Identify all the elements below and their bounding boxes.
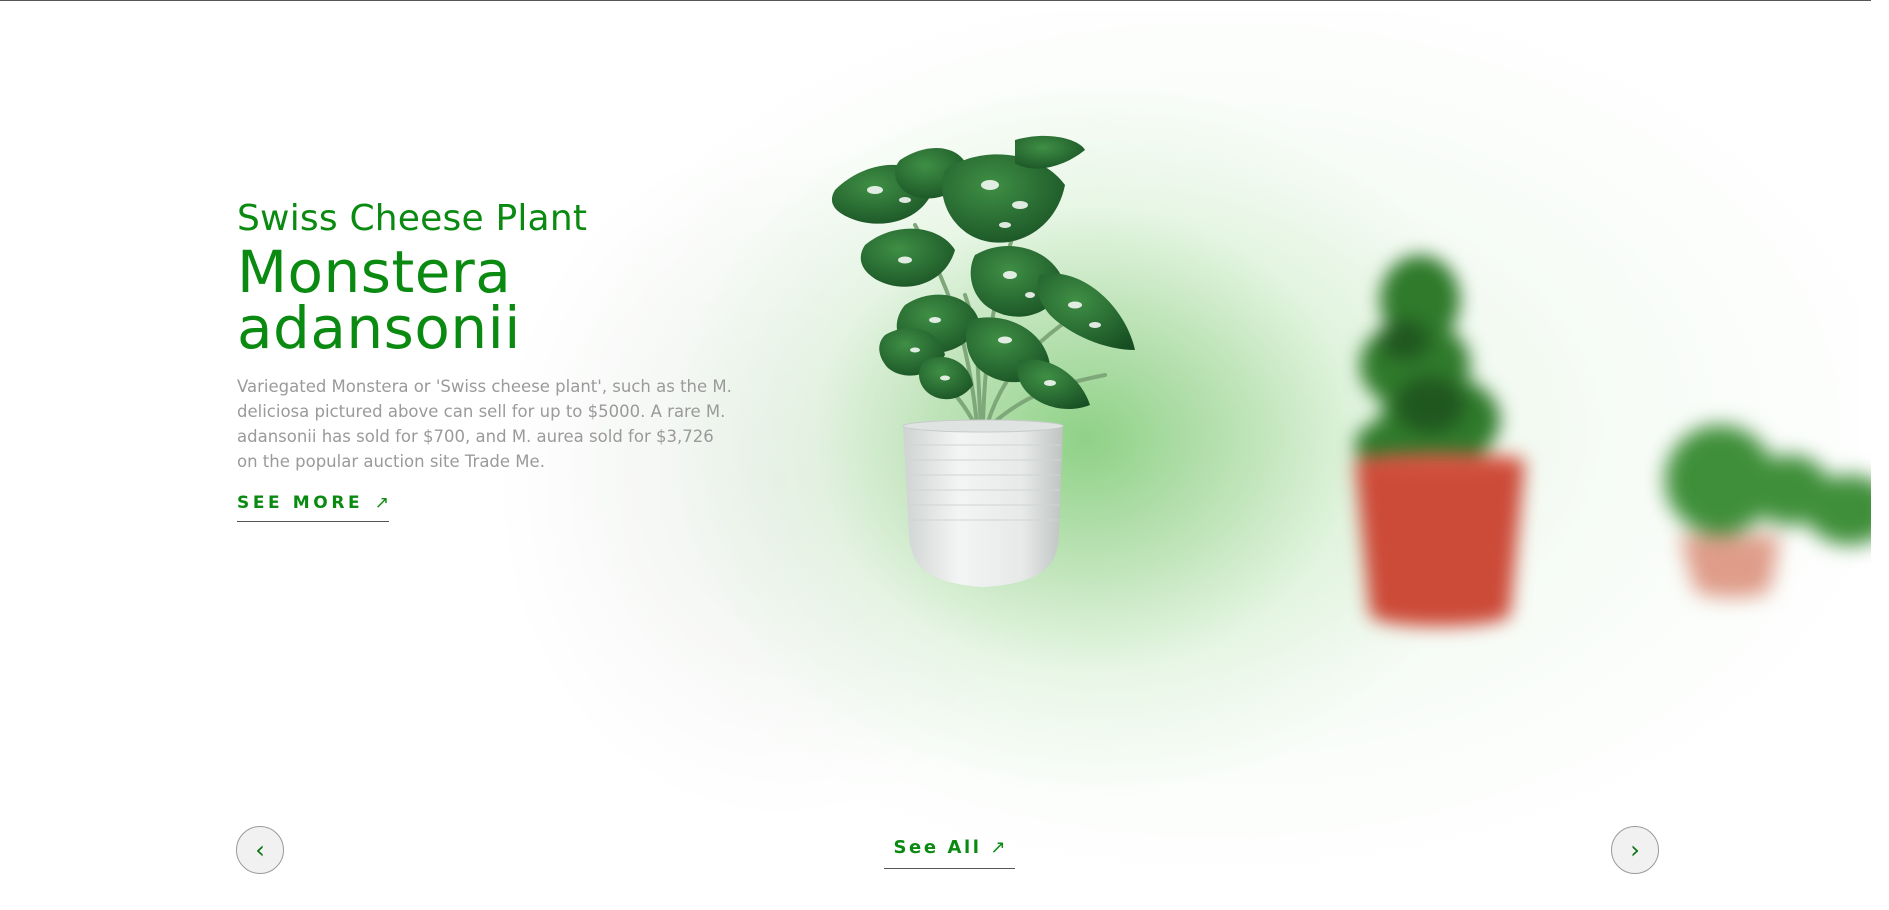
see-all-label: See All (893, 837, 982, 858)
plant-scientific-name: Monstera adansonii (237, 238, 737, 362)
potted-plant-red-pot-image (1355, 255, 1525, 627)
plant-name-line-1: Monstera (237, 238, 512, 306)
arrow-up-right-icon: ↗ (990, 837, 1006, 858)
top-divider (0, 0, 1889, 1)
plant-name-line-2: adansonii (237, 294, 521, 362)
page: Swiss Cheese Plant Monstera adansonii Va… (0, 0, 1889, 910)
hero-text-block: Swiss Cheese Plant Monstera adansonii Va… (237, 196, 737, 474)
see-more-label: SEE MORE (237, 493, 364, 513)
previous-slide-button[interactable]: ‹ (236, 826, 284, 874)
white-pot (902, 419, 1064, 587)
page-edge (1871, 0, 1889, 910)
arrow-up-right-icon: ↗ (374, 493, 390, 513)
monstera-plant-image (831, 135, 1135, 587)
next-slide-button[interactable]: › (1611, 826, 1659, 874)
plant-common-name: Swiss Cheese Plant (237, 198, 588, 239)
see-all-link[interactable]: See All ↗ (884, 837, 1015, 869)
plant-description: Variegated Monstera or 'Swiss cheese pla… (237, 377, 732, 471)
see-more-link[interactable]: SEE MORE ↗ (237, 493, 390, 522)
potted-plant-small-image (1665, 425, 1889, 598)
